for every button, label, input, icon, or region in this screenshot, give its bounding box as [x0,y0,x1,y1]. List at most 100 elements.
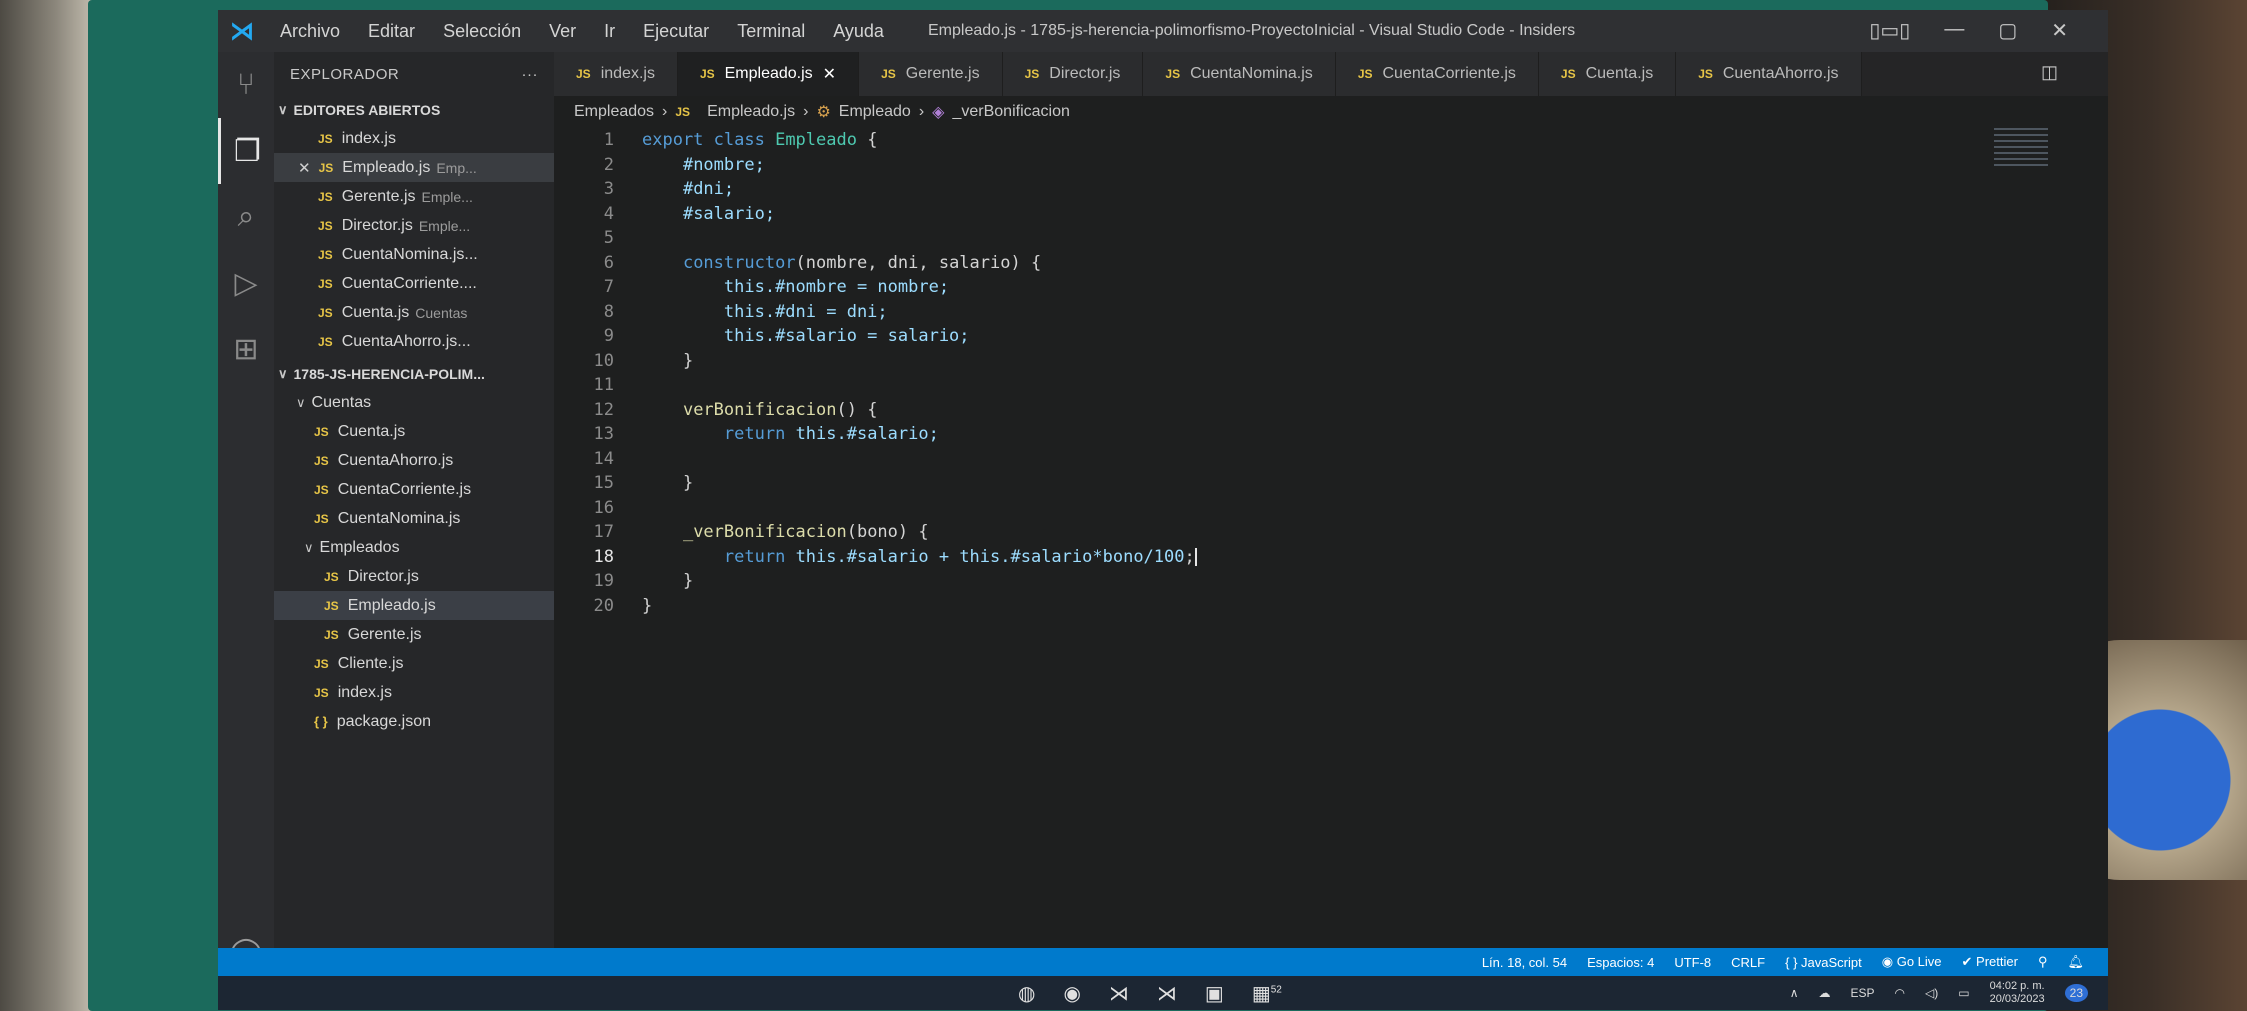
battery-icon[interactable]: ▭ [1958,986,1969,1000]
file-item[interactable]: { } package.json [274,707,554,736]
folder-empleados[interactable]: ∨ Empleados [274,533,554,562]
tab-cuentacorriente[interactable]: JS CuentaCorriente.js [1335,52,1539,96]
encoding[interactable]: UTF-8 [1674,955,1711,970]
run-debug-icon[interactable]: ▷ [218,250,274,316]
wifi-icon[interactable]: ◠ [1895,986,1905,1000]
activity-bar: ⑂ ❐ ⌕ ▷ ⊞ ◯ [218,52,274,1010]
check-icon: ✔ [1961,954,1973,969]
open-editor-item[interactable]: JS CuentaCorriente.... [274,269,554,298]
tab-cuenta[interactable]: JS Cuenta.js [1538,52,1677,96]
app-badge-icon[interactable]: ▦52 [1252,981,1282,1006]
close-icon[interactable]: ✕ [2051,18,2068,43]
file-item[interactable]: JS Gerente.js [274,620,554,649]
notification-badge[interactable]: 23 [2064,984,2088,1002]
close-editor-icon[interactable]: ✕ [298,159,311,177]
code-line-current: 18 return this.#salario + this.#salario*… [593,546,1197,567]
js-file-icon: JS [314,511,329,526]
file-item[interactable]: JS Cliente.js [274,649,554,678]
maximize-icon[interactable]: ▢ [1998,18,2017,43]
window-title: Empleado.js - 1785-js-herencia-polimorfi… [928,22,1576,39]
open-editor-item[interactable]: JS index.js [274,124,554,153]
chevron-up-icon[interactable]: ∧ [1790,986,1799,1000]
js-file-icon: JS [318,189,333,204]
explorer-icon[interactable]: ❐ [218,118,274,184]
menu-terminal[interactable]: Terminal [723,21,819,42]
open-editor-item[interactable]: JS CuentaAhorro.js... [274,327,554,356]
spotify-icon[interactable]: ◉ [1063,981,1080,1006]
source-control-icon[interactable]: ⑂ [218,52,274,118]
vscode-insiders-icon[interactable]: ⋊ [1109,981,1129,1006]
open-editor-item[interactable]: JS Director.js Emple... [274,211,554,240]
js-file-icon: JS [576,67,591,81]
indentation[interactable]: Espacios: 4 [1587,955,1654,970]
file-item[interactable]: JS index.js [274,678,554,707]
js-file-icon: JS [318,160,334,175]
vscode-icon[interactable]: ⋊ [1157,981,1177,1006]
close-tab-icon[interactable]: ✕ [823,64,836,84]
language-indicator[interactable]: ESP [1851,986,1875,1000]
tab-cuentaahorro[interactable]: JS CuentaAhorro.js [1676,52,1862,96]
js-file-icon: JS [314,424,329,439]
menu-ejecutar[interactable]: Ejecutar [629,21,723,42]
code-line: 15 } [593,473,694,494]
menu-ver[interactable]: Ver [535,21,590,42]
volume-icon[interactable]: ◁) [1925,986,1938,1000]
tab-index[interactable]: JS index.js [554,52,678,96]
folder-cuentas[interactable]: ∨ Cuentas [274,388,554,417]
open-editor-item-active[interactable]: ✕ JS Empleado.js Emp... [274,153,554,182]
menu-archivo[interactable]: Archivo [266,21,354,42]
prettier[interactable]: ✔ Prettier [1962,954,2018,970]
code-line: 19 } [593,571,694,592]
menu-editar[interactable]: Editar [354,21,429,42]
js-file-icon: JS [324,627,339,642]
more-actions-icon[interactable]: ··· [522,66,539,83]
js-file-icon: JS [314,453,329,468]
menu-seleccion[interactable]: Selección [429,21,535,42]
search-icon[interactable]: ⌕ [218,184,274,250]
code-editor[interactable]: 1 export class Empleado { 2 #nombre; 3 #d… [554,128,2108,948]
minimize-icon[interactable]: — [1944,18,1964,43]
file-item-selected[interactable]: JS Empleado.js [274,591,554,620]
open-editor-item[interactable]: JS Gerente.js Emple... [274,182,554,211]
cursor-position[interactable]: Lín. 18, col. 54 [1482,955,1567,970]
clock[interactable]: 04:02 p. m. 20/03/2023 [1990,980,2045,1006]
go-live[interactable]: ◉ Go Live [1882,954,1942,970]
vscode-logo-icon: ⋊ [230,17,254,45]
breadcrumb-method[interactable]: _verBonificacion [952,103,1069,121]
js-file-icon: JS [1165,67,1181,81]
layout-toggle-icon[interactable]: ▯▭▯ [1869,18,1910,43]
file-item[interactable]: JS CuentaNomina.js [274,504,554,533]
menu-ir[interactable]: Ir [590,21,629,42]
bell-icon[interactable]: 🔔︎ [2067,954,2084,970]
tab-gerente[interactable]: JS Gerente.js [859,52,1003,96]
file-item[interactable]: JS CuentaAhorro.js [274,446,554,475]
file-item[interactable]: JS CuentaCorriente.js [274,475,554,504]
feedback-icon[interactable]: ⚲ [2038,954,2048,970]
breadcrumb-file[interactable]: Empleado.js [707,103,795,121]
breadcrumb-class[interactable]: Empleado [839,103,911,121]
tab-cuentanomina[interactable]: JS CuentaNomina.js [1143,52,1336,96]
tab-empleado[interactable]: JS Empleado.js ✕ [677,52,860,96]
split-editor-icon[interactable]: ◫ [2041,62,2058,83]
open-editor-item[interactable]: JS Cuenta.js Cuentas [274,298,554,327]
chrome-icon[interactable]: ◍ [1018,981,1035,1006]
minimap[interactable] [1994,128,2048,168]
file-item[interactable]: JS Cuenta.js [274,417,554,446]
open-editors-header[interactable]: ∨ EDITORES ABIERTOS [274,96,554,124]
chevron-right-icon: › [803,103,809,120]
method-symbol-icon: ◈ [932,104,945,121]
file-item[interactable]: JS Director.js [274,562,554,591]
tab-director[interactable]: JS Director.js [1002,52,1144,96]
terminal-icon[interactable]: ▣ [1205,981,1224,1006]
js-file-icon: JS [314,482,329,497]
open-editor-item[interactable]: JS CuentaNomina.js... [274,240,554,269]
line-ending[interactable]: CRLF [1731,955,1765,970]
code-line: 14 [593,448,614,469]
extensions-icon[interactable]: ⊞ [218,316,274,382]
cloud-icon[interactable]: ☁ [1819,986,1831,1000]
breadcrumb-folder[interactable]: Empleados [574,103,654,121]
explorer-title: EXPLORADOR [290,65,400,83]
language-mode[interactable]: { } JavaScript [1785,955,1862,970]
project-folder-header[interactable]: ∨ 1785-JS-HERENCIA-POLIM... [274,360,554,388]
menu-ayuda[interactable]: Ayuda [819,21,898,42]
